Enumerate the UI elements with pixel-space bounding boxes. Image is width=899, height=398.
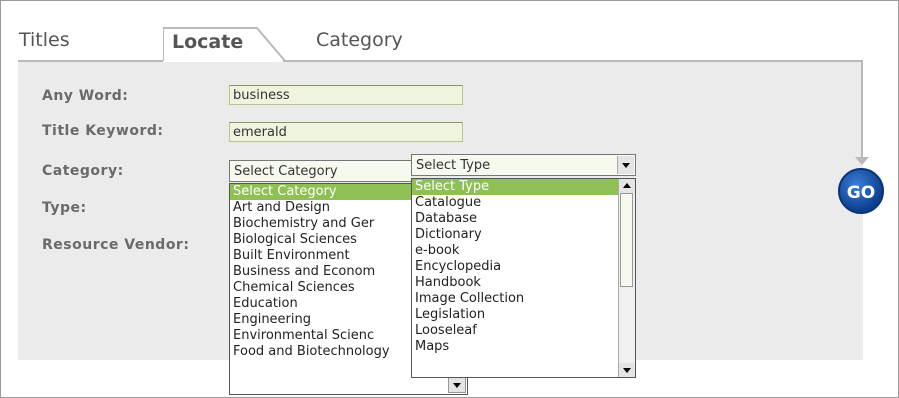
type-option[interactable]: e-book <box>412 243 635 259</box>
type-listbox[interactable]: Select Type Catalogue Database Dictionar… <box>411 178 636 378</box>
chevron-down-icon <box>623 368 631 373</box>
chevron-up-icon <box>623 183 631 188</box>
type-option[interactable]: Maps <box>412 339 635 355</box>
category-select-value: Select Category <box>234 164 338 179</box>
type-option[interactable]: Select Type <box>412 179 618 195</box>
type-label: Type: <box>42 200 87 216</box>
category-label: Category: <box>42 163 124 179</box>
tab-category[interactable]: Category <box>316 29 403 51</box>
tab-locate-label: Locate <box>172 31 244 53</box>
category-scroll-down-button[interactable] <box>448 377 466 393</box>
type-select-value: Select Type <box>416 158 491 173</box>
type-option[interactable]: Legislation <box>412 307 635 323</box>
chevron-down-icon <box>622 163 630 168</box>
tab-titles[interactable]: Titles <box>19 29 70 51</box>
go-connector-arrow <box>855 157 869 165</box>
type-option[interactable]: Image Collection <box>412 291 635 307</box>
type-option[interactable]: Encyclopedia <box>412 259 635 275</box>
type-select[interactable]: Select Type <box>411 154 636 176</box>
resource-vendor-label: Resource Vendor: <box>42 237 190 253</box>
go-button[interactable]: GO <box>838 168 884 214</box>
tab-locate[interactable]: Locate <box>163 26 286 62</box>
panel-border-left <box>18 60 163 62</box>
type-select-dropdown-button[interactable] <box>617 156 634 174</box>
type-option[interactable]: Dictionary <box>412 227 635 243</box>
title-keyword-label: Title Keyword: <box>42 123 164 139</box>
type-option[interactable]: Database <box>412 211 635 227</box>
type-option[interactable]: Looseleaf <box>412 323 635 339</box>
type-scrollbar[interactable] <box>618 179 635 377</box>
any-word-label: Any Word: <box>42 88 129 104</box>
type-option[interactable]: Handbook <box>412 275 635 291</box>
chevron-down-icon <box>453 383 461 388</box>
type-scroll-down-button[interactable] <box>619 363 635 377</box>
type-scroll-up-button[interactable] <box>619 179 635 193</box>
go-connector-line <box>861 60 863 160</box>
panel-border-right <box>283 60 861 62</box>
category-select[interactable]: Select Category <box>229 160 411 182</box>
type-option[interactable]: Catalogue <box>412 195 635 211</box>
any-word-input[interactable]: business <box>229 85 463 105</box>
type-scroll-thumb[interactable] <box>620 193 633 287</box>
title-keyword-input[interactable]: emerald <box>229 122 463 142</box>
